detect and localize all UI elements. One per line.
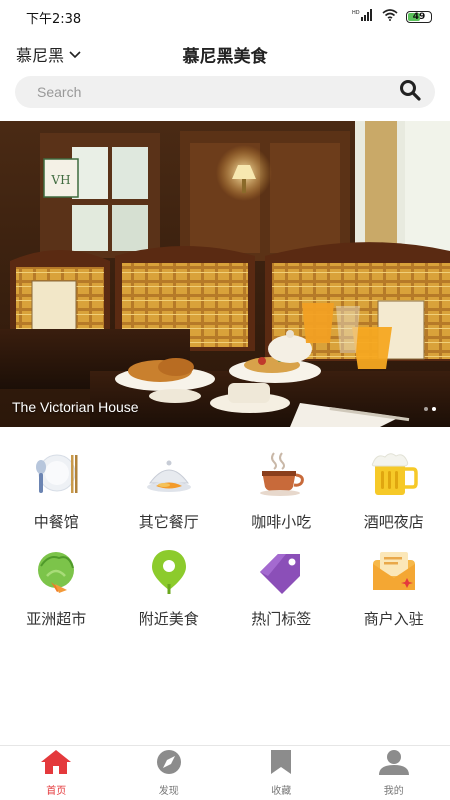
category-label: 咖啡小吃 [251, 513, 312, 531]
coffee-icon [256, 449, 306, 499]
category-label: 亚洲超市 [26, 610, 87, 628]
tab-favorites[interactable]: 收藏 [225, 746, 338, 800]
city-label: 慕尼黑 [16, 46, 65, 65]
category-label: 商户入驻 [363, 610, 424, 628]
category-coffee[interactable]: 咖啡小吃 [225, 449, 338, 532]
category-merchant-join[interactable]: 商户入驻 [338, 546, 450, 629]
tab-profile[interactable]: 我的 [338, 746, 450, 800]
search-bar [0, 74, 450, 108]
category-label: 酒吧夜店 [363, 513, 424, 531]
tab-discover[interactable]: 发现 [113, 746, 226, 800]
compass-icon [154, 749, 184, 779]
bookmark-icon [266, 749, 296, 779]
battery-icon: 49 [406, 11, 432, 23]
other-restaurant-icon [144, 449, 194, 499]
tag-icon [256, 546, 306, 596]
category-bar-nightclub[interactable]: 酒吧夜店 [338, 449, 450, 532]
category-chinese-restaurant[interactable]: 中餐馆 [0, 449, 113, 532]
category-grid: 中餐馆 其它餐厅 咖啡小吃 酒吧夜店 亚洲超市 附近美食 热门标签 商户入驻 [0, 427, 450, 629]
category-popular-tags[interactable]: 热门标签 [225, 546, 338, 629]
category-other-restaurant[interactable]: 其它餐厅 [113, 449, 226, 532]
bottom-tab-bar: 首页 发现 收藏 我的 [0, 745, 450, 800]
location-pin-icon [144, 546, 194, 596]
banner-image: VH [0, 121, 450, 427]
header: 慕尼黑 慕尼黑美食 [0, 34, 450, 74]
category-label: 中餐馆 [33, 513, 79, 531]
tab-label: 我的 [383, 786, 404, 797]
vegetable-icon [31, 546, 81, 596]
category-label: 热门标签 [251, 610, 312, 628]
carousel-indicator [424, 407, 436, 411]
user-icon [377, 749, 411, 779]
category-label: 其它餐厅 [138, 513, 199, 531]
search-box[interactable] [15, 76, 435, 108]
status-time: 下午2:38 [26, 11, 82, 27]
tab-label: 首页 [46, 786, 67, 797]
search-icon[interactable] [399, 79, 421, 105]
page-title: 慕尼黑美食 [182, 46, 268, 67]
chinese-restaurant-icon [31, 449, 81, 499]
beer-icon [369, 449, 419, 499]
category-label: 附近美食 [138, 610, 199, 628]
svg-text:VH: VH [50, 173, 70, 187]
category-asian-supermarket[interactable]: 亚洲超市 [0, 546, 113, 629]
wifi-icon [382, 9, 398, 25]
battery-level: 49 [412, 12, 426, 22]
signal-icon: HD [352, 9, 374, 25]
banner-carousel[interactable]: VH The Victorian House [0, 121, 450, 427]
carousel-dot [424, 407, 428, 411]
city-selector[interactable]: 慕尼黑 [16, 42, 82, 66]
tab-home[interactable]: 首页 [0, 746, 113, 800]
tab-label: 发现 [158, 786, 179, 797]
search-input[interactable] [35, 83, 399, 101]
status-bar: 下午2:38 HD 49 [0, 0, 450, 34]
chevron-down-icon [68, 45, 82, 64]
banner-caption: The Victorian House [12, 399, 139, 415]
envelope-icon [369, 546, 419, 596]
network-type: HD [352, 10, 360, 16]
status-icons: HD 49 [352, 9, 432, 25]
home-icon [40, 749, 72, 779]
category-nearby-food[interactable]: 附近美食 [113, 546, 226, 629]
carousel-dot-active [432, 407, 436, 411]
tab-label: 收藏 [271, 786, 292, 797]
